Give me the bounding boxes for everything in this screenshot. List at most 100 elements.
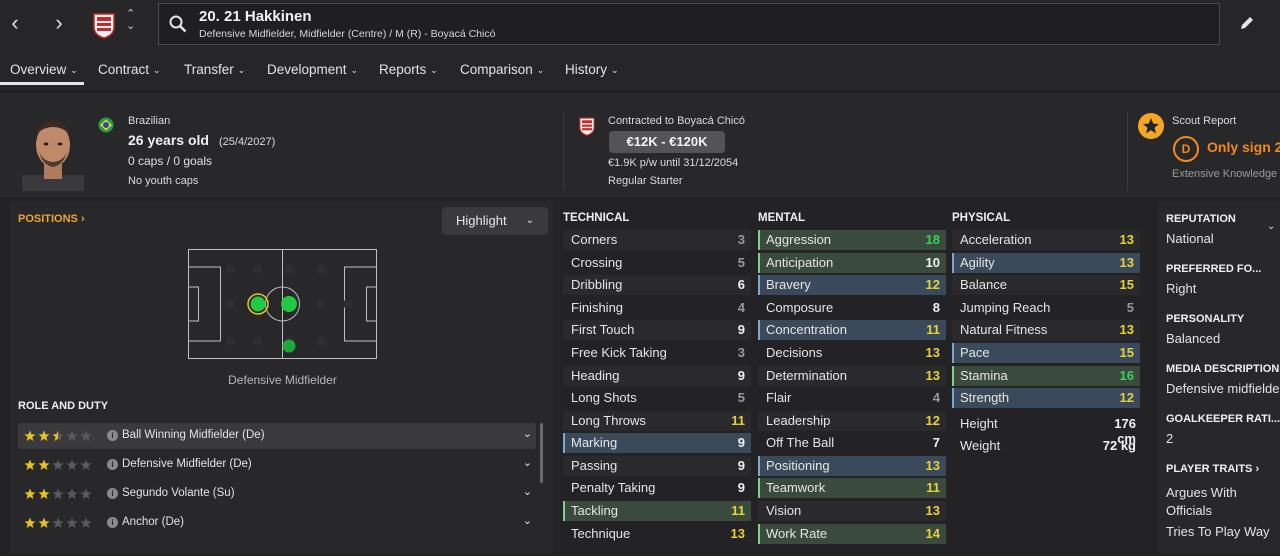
attr-row-work-rate[interactable]: Work Rate 14: [758, 524, 946, 544]
attr-row-long-shots[interactable]: Long Shots 5: [563, 388, 751, 408]
attr-row-penalty-taking[interactable]: Penalty Taking 9: [563, 478, 751, 498]
tab-contract[interactable]: Contract ⌄: [98, 62, 161, 77]
mental-header: MENTAL: [758, 212, 806, 224]
attr-row-vision[interactable]: Vision 13: [758, 501, 946, 521]
attr-row-teamwork[interactable]: Teamwork 11: [758, 478, 946, 498]
media-description-value: Defensive midfielder: [1166, 381, 1280, 396]
attr-row-free-kick[interactable]: Free Kick Taking 3: [563, 343, 751, 363]
chevron-down-icon[interactable]: ⌄: [523, 456, 532, 469]
squad-status: Regular Starter: [608, 175, 683, 187]
role-row[interactable]: i Ball Winning Midfielder (De) ⌄: [18, 423, 536, 449]
player-title: 20. 21 Hakkinen: [199, 8, 312, 25]
chevron-down-icon[interactable]: ⌄: [1267, 221, 1275, 232]
pitch-diagram: [188, 249, 377, 359]
tab-development[interactable]: Development ⌄: [267, 62, 358, 77]
player-subtitle: Defensive Midfielder, Midfielder (Centre…: [199, 28, 496, 40]
scout-verdict: Only sign 21: [1207, 139, 1280, 155]
attr-row-jumping-reach[interactable]: Jumping Reach 5: [952, 298, 1140, 318]
role-rating-stars: [24, 488, 92, 499]
attr-row-acceleration[interactable]: Acceleration 13: [952, 230, 1140, 250]
attr-row-heading[interactable]: Heading 9: [563, 366, 751, 386]
player-dob: (25/4/2027): [219, 136, 276, 148]
role-rating-stars: [24, 430, 92, 441]
attr-row-strength[interactable]: Strength 12: [952, 388, 1140, 408]
attr-row-aggression[interactable]: Aggression 18: [758, 230, 946, 250]
scout-report-title[interactable]: Scout Report: [1172, 115, 1236, 127]
personality-value: Balanced: [1166, 331, 1221, 346]
attr-row-determination[interactable]: Determination 13: [758, 366, 946, 386]
position-label: Defensive Midfielder: [228, 373, 337, 387]
transfer-value[interactable]: €12K - €120K: [609, 131, 725, 153]
attr-row-first-touch[interactable]: First Touch 9: [563, 320, 751, 340]
player-avatar: [22, 121, 84, 191]
attr-row-marking[interactable]: Marking 9: [563, 433, 751, 453]
attr-row-positioning[interactable]: Positioning 13: [758, 456, 946, 476]
role-row[interactable]: i Defensive Midfielder (De) ⌄: [18, 452, 536, 478]
header-divider: [563, 112, 564, 190]
player-age: 26 years old: [128, 132, 209, 148]
club-crest-icon[interactable]: [90, 11, 118, 39]
tab-overview[interactable]: Overview ⌄: [10, 62, 78, 77]
nationality: Brazilian: [128, 115, 171, 127]
preferred-foot-label: PREFERRED FO...: [1166, 263, 1262, 275]
contract-club: Contracted to Boyacá Chicó: [608, 115, 745, 127]
attr-row-technique[interactable]: Technique 13: [563, 524, 751, 544]
attr-row-long-throws[interactable]: Long Throws 11: [563, 411, 751, 431]
info-icon[interactable]: i: [107, 488, 118, 499]
role-rating-stars: [24, 517, 92, 528]
back-arrow-icon[interactable]: ‹: [3, 12, 27, 36]
attr-row-flair[interactable]: Flair 4: [758, 388, 946, 408]
tab-history[interactable]: History ⌄: [565, 62, 619, 77]
edit-pencil-icon[interactable]: [1238, 14, 1256, 32]
attr-row-concentration[interactable]: Concentration 11: [758, 320, 946, 340]
physical-header: PHYSICAL: [952, 212, 1011, 224]
info-icon[interactable]: i: [107, 459, 118, 470]
search-icon: [169, 15, 187, 33]
chevron-down-icon[interactable]: ⌄: [523, 485, 532, 498]
club-switch-icon[interactable]: ⌃ ⌄: [126, 8, 140, 32]
attr-row-stamina[interactable]: Stamina 16: [952, 366, 1140, 386]
tab-comparison[interactable]: Comparison ⌄: [460, 62, 544, 77]
tab-transfer[interactable]: Transfer ⌄: [184, 62, 245, 77]
attr-row-finishing[interactable]: Finishing 4: [563, 298, 751, 318]
weight-value: 72 kg: [1102, 438, 1136, 453]
weight-label: Weight: [960, 438, 1001, 453]
attr-row-agility[interactable]: Agility 13: [952, 253, 1140, 273]
chevron-down-icon[interactable]: ⌄: [523, 514, 532, 527]
trait-item: Tries To Play Way: [1166, 524, 1270, 539]
scout-grade-badge: D: [1173, 136, 1199, 162]
attr-row-balance[interactable]: Balance 15: [952, 275, 1140, 295]
role-row[interactable]: i Segundo Volante (Su) ⌄: [18, 481, 536, 507]
reputation-label: REPUTATION: [1166, 213, 1236, 225]
info-icon[interactable]: i: [107, 430, 118, 441]
club-crest-small-icon: [579, 117, 595, 136]
attr-row-anticipation[interactable]: Anticipation 10: [758, 253, 946, 273]
attr-row-tackling[interactable]: Tackling 11: [563, 501, 751, 521]
attr-row-dribbling[interactable]: Dribbling 6: [563, 275, 751, 295]
attr-row-bravery[interactable]: Bravery 12: [758, 275, 946, 295]
attr-row-crossing[interactable]: Crossing 5: [563, 253, 751, 273]
chevron-down-icon[interactable]: ⌄: [523, 427, 532, 440]
attr-row-leadership[interactable]: Leadership 12: [758, 411, 946, 431]
scout-star-icon: [1138, 113, 1164, 139]
attr-row-corners[interactable]: Corners 3: [563, 230, 751, 250]
forward-arrow-icon[interactable]: ›: [47, 12, 71, 36]
attr-row-passing[interactable]: Passing 9: [563, 456, 751, 476]
player-traits-link[interactable]: PLAYER TRAITS ›: [1166, 463, 1259, 475]
wage-info: €1.9K p/w until 31/12/2054: [608, 157, 739, 169]
tab-reports[interactable]: Reports ⌄: [379, 62, 438, 77]
role-row[interactable]: i Anchor (De) ⌄: [18, 510, 536, 536]
role-duty-title: ROLE AND DUTY: [18, 400, 109, 412]
youth-caps: No youth caps: [128, 175, 199, 187]
attr-row-composure[interactable]: Composure 8: [758, 298, 946, 318]
attr-row-pace[interactable]: Pace 15: [952, 343, 1140, 363]
player-search-box[interactable]: 20. 21 Hakkinen Defensive Midfielder, Mi…: [158, 3, 1220, 45]
info-icon[interactable]: i: [107, 517, 118, 528]
attr-row-decisions[interactable]: Decisions 13: [758, 343, 946, 363]
highlight-dropdown[interactable]: Highlight ⌄: [442, 207, 548, 235]
attr-row-off-the-ball[interactable]: Off The Ball 7: [758, 433, 946, 453]
positions-link[interactable]: POSITIONS ›: [18, 213, 85, 225]
technical-header: TECHNICAL: [563, 212, 630, 224]
role-list-scrollbar[interactable]: [540, 423, 543, 483]
attr-row-natural-fitness[interactable]: Natural Fitness 13: [952, 320, 1140, 340]
